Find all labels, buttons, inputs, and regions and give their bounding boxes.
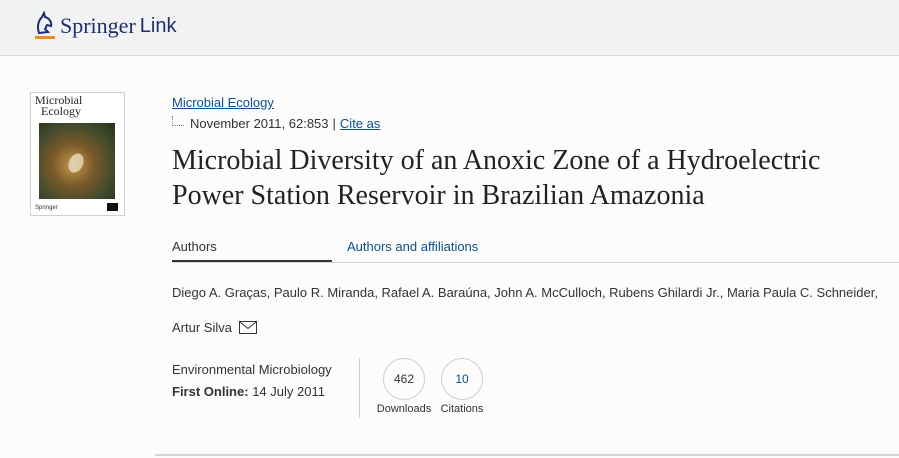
authors-line-1: Diego A. Graças, Paulo R. Miranda, Rafae… <box>172 285 878 300</box>
citations-count[interactable]: 10 <box>441 358 483 400</box>
article-info: Environmental Microbiology First Online:… <box>172 359 332 403</box>
cover-publisher: Springer <box>35 205 58 211</box>
downloads-label: Downloads <box>376 403 432 415</box>
first-online-date: 14 July 2011 <box>252 384 325 399</box>
cite-as-link[interactable]: Cite as <box>340 116 380 131</box>
citations-label: Citations <box>440 403 484 415</box>
email-icon[interactable] <box>238 321 257 334</box>
article-meta: November 2011, 62:853 | Cite as <box>172 115 380 131</box>
meta-separator: | <box>332 116 336 131</box>
author-artur-silva[interactable]: Artur Silva <box>172 320 232 335</box>
cover-barcode <box>107 203 118 211</box>
authors-line-2: Artur Silva <box>172 310 892 345</box>
cover-photo <box>39 123 115 199</box>
article-title: Microbial Diversity of an Anoxic Zone of… <box>172 145 821 211</box>
publication-date: November 2011, 62:853 <box>190 116 329 131</box>
downloads-metric: 462 Downloads <box>376 358 432 415</box>
citations-metric[interactable]: 10 Citations <box>438 358 486 415</box>
cover-title-line2: Ecology <box>41 104 81 118</box>
author-tabs: Authors Authors and affiliations <box>172 238 899 263</box>
first-online: First Online: 14 July 2011 <box>172 381 332 403</box>
tab-authors[interactable]: Authors <box>172 238 332 262</box>
stats-divider <box>359 358 360 418</box>
brand-suffix: Link <box>139 15 177 37</box>
author-list: Diego A. Graças, Paulo R. Miranda, Rafae… <box>172 275 892 345</box>
springerlink-logo[interactable]: Springer Link <box>33 11 176 41</box>
downloads-count: 462 <box>383 358 425 400</box>
journal-link[interactable]: Microbial Ecology <box>172 95 274 110</box>
first-online-label: First Online: <box>172 384 249 399</box>
journal-cover-image[interactable]: Microbial Ecology Springer <box>30 92 125 216</box>
article-category: Environmental Microbiology <box>172 362 332 377</box>
tab-authors-affiliations[interactable]: Authors and affiliations <box>347 238 478 256</box>
site-header: Springer Link <box>0 0 899 56</box>
tree-connector-icon <box>172 115 184 126</box>
section-divider <box>155 454 899 456</box>
springer-horse-icon <box>35 11 55 39</box>
brand-name: Springer <box>60 13 136 38</box>
